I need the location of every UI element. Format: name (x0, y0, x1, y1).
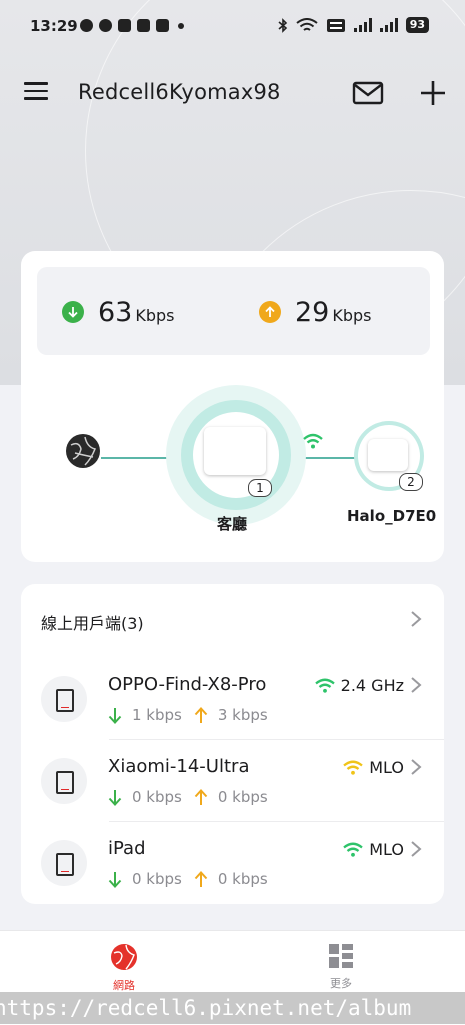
wifi-signal-icon (314, 678, 335, 693)
upload-arrow-icon (194, 788, 208, 805)
device-icon-bg (41, 758, 87, 804)
download-speed: 63 Kbps (62, 297, 175, 328)
client-row[interactable]: Xiaomi-14-Ultra MLO 0 kbps 0 kbps (21, 740, 444, 822)
client-download: 0 kbps (132, 870, 182, 888)
signal-icon (353, 18, 372, 32)
messenger-icon (99, 19, 112, 32)
nav-more-label: 更多 (330, 977, 352, 990)
client-band-label: MLO (369, 840, 404, 859)
download-arrow-icon (62, 301, 84, 323)
network-status-card: 63 Kbps 29 Kbps 1 客廳 2 Halo_D7E0 (21, 251, 444, 562)
download-arrow-icon (108, 707, 122, 724)
client-band-label: MLO (369, 758, 404, 777)
client-download: 0 kbps (132, 788, 182, 806)
main-node-name: 客廳 (217, 515, 248, 533)
clients-title[interactable]: 線上用戶端(3) (41, 610, 144, 634)
chevron-right-icon[interactable] (410, 676, 422, 694)
client-band: 2.4 GHz (314, 676, 404, 695)
client-band-label: 2.4 GHz (340, 676, 404, 695)
more-grid-icon (329, 944, 353, 968)
tablet-icon (56, 689, 74, 712)
client-name: Xiaomi-14-Ultra (108, 756, 250, 777)
tablet-icon (56, 853, 74, 876)
add-icon[interactable] (418, 78, 448, 108)
client-name: iPad (108, 838, 146, 859)
bluetooth-icon (278, 17, 287, 33)
battery-indicator: 93 (405, 17, 429, 33)
wifi-signal-icon (343, 760, 363, 775)
internet-globe-icon[interactable] (65, 433, 101, 469)
client-upload: 3 kbps (217, 706, 268, 724)
upload-arrow-icon (259, 301, 281, 323)
satellite-router-icon[interactable] (368, 439, 408, 471)
mesh-topology: 1 客廳 2 Halo_D7E0 (21, 381, 444, 562)
client-name: OPPO-Find-X8-Pro (108, 674, 267, 695)
upload-speed: 29 Kbps (259, 297, 372, 328)
download-unit: Kbps (135, 306, 175, 325)
nav-network[interactable]: 網路 (84, 943, 164, 993)
network-name: Redcell6Kyomax98 (78, 80, 281, 104)
client-speeds: 0 kbps 0 kbps (108, 870, 280, 888)
chevron-right-icon[interactable] (410, 610, 422, 628)
upload-arrow-icon (194, 870, 208, 887)
client-speeds: 0 kbps 0 kbps (108, 788, 280, 806)
main-router-icon[interactable] (204, 427, 266, 475)
volte-icon (326, 18, 345, 32)
notification-icons (80, 19, 184, 32)
client-download: 1 kbps (132, 706, 182, 724)
client-row[interactable]: iPad MLO 0 kbps 0 kbps (21, 822, 444, 904)
system-indicators: 93 (278, 17, 429, 33)
facebook-icon (80, 19, 93, 32)
speed-summary: 63 Kbps 29 Kbps (37, 267, 430, 355)
online-clients-card: 線上用戶端(3) OPPO-Find-X8-Pro 2.4 GHz 1 kbps… (21, 584, 444, 904)
nav-more[interactable]: 更多 (301, 943, 381, 991)
device-icon-bg (41, 676, 87, 722)
chevron-right-icon[interactable] (410, 840, 422, 858)
instagram-icon (118, 19, 131, 32)
upload-value: 29 (295, 297, 330, 328)
download-arrow-icon (108, 789, 122, 806)
menu-button[interactable] (24, 82, 48, 102)
wifi-link-icon (303, 433, 323, 449)
download-value: 63 (98, 297, 133, 328)
instagram-icon (137, 19, 150, 32)
satellite-node-name: Halo_D7E0 (347, 507, 437, 525)
status-bar: 13:29 93 (0, 0, 465, 56)
device-icon-bg (41, 840, 87, 886)
client-upload: 0 kbps (217, 788, 268, 806)
instagram-icon (156, 19, 169, 32)
client-row[interactable]: OPPO-Find-X8-Pro 2.4 GHz 1 kbps 3 kbps (21, 658, 444, 740)
signal-icon (379, 18, 398, 32)
chevron-right-icon[interactable] (410, 758, 422, 776)
more-notifications-icon (178, 22, 184, 29)
network-globe-icon (111, 944, 137, 970)
client-speeds: 1 kbps 3 kbps (108, 706, 280, 724)
wifi-icon (296, 17, 318, 31)
upload-arrow-icon (194, 706, 208, 723)
client-band: MLO (343, 758, 404, 777)
app-header: Redcell6Kyomax98 (0, 70, 465, 120)
upload-unit: Kbps (332, 306, 372, 325)
client-band: MLO (343, 840, 404, 859)
watermark: https://redcell6.pixnet.net/album (0, 992, 465, 1024)
tablet-icon (56, 771, 74, 794)
wifi-signal-icon (343, 842, 363, 857)
main-node-badge: 1 (248, 479, 272, 497)
download-arrow-icon (108, 871, 122, 888)
mail-icon[interactable] (352, 80, 384, 106)
status-time: 13:29 (30, 17, 78, 35)
client-upload: 0 kbps (217, 870, 268, 888)
satellite-node-badge: 2 (399, 473, 423, 491)
nav-network-label: 網路 (113, 979, 135, 992)
